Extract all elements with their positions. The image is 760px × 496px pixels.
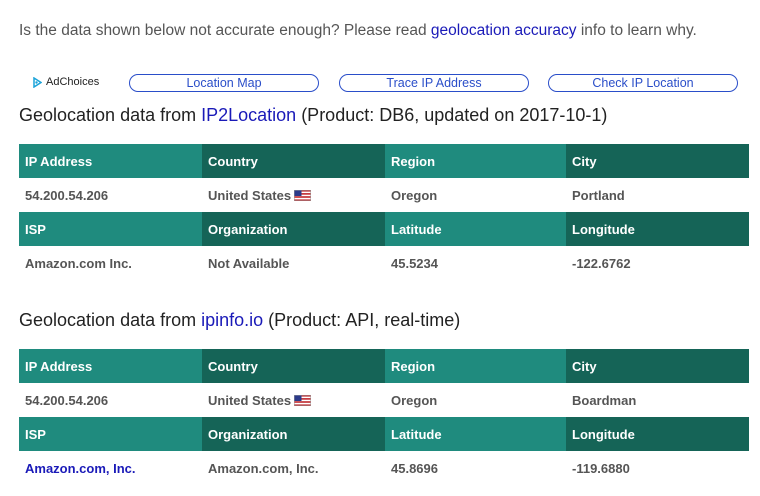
table-header-row: ISP Organization Latitude Longitude: [19, 417, 749, 451]
value-region: Oregon: [385, 178, 566, 212]
section-title-prefix: Geolocation data from: [19, 310, 202, 330]
header-ip-address: IP Address: [19, 349, 202, 383]
value-city: Portland: [566, 178, 749, 212]
section-title-ipinfo: Geolocation data from ipinfo.io (Product…: [19, 310, 460, 331]
value-ip-address: 54.200.54.206: [19, 383, 202, 417]
value-organization: Not Available: [202, 246, 385, 280]
country-name: United States: [208, 392, 292, 408]
notice-text-after: info to learn why.: [576, 22, 697, 39]
adchoices-icon: [33, 76, 42, 88]
adchoices-label: AdChoices: [46, 76, 100, 88]
header-organization: Organization: [202, 417, 385, 451]
header-country: Country: [202, 349, 385, 383]
value-region: Oregon: [385, 383, 566, 417]
notice-text-before: Is the data shown below not accurate eno…: [19, 22, 431, 39]
header-city: City: [566, 144, 749, 178]
header-country: Country: [202, 144, 385, 178]
location-map-button[interactable]: Location Map: [129, 74, 319, 92]
isp-link[interactable]: Amazon.com, Inc.: [25, 461, 136, 476]
value-isp: Amazon.com, Inc.: [19, 451, 202, 485]
header-latitude: Latitude: [385, 212, 566, 246]
accuracy-notice: Is the data shown below not accurate eno…: [19, 22, 697, 40]
table-row: Amazon.com Inc. Not Available 45.5234 -1…: [19, 246, 749, 280]
geolocation-table-ipinfo: IP Address Country Region City 54.200.54…: [19, 349, 749, 485]
value-latitude: 45.5234: [385, 246, 566, 280]
table-row: 54.200.54.206 United States Oregon Portl…: [19, 178, 749, 212]
section-title-ip2location: Geolocation data from IP2Location (Produ…: [19, 105, 607, 126]
value-country: United States: [202, 383, 385, 417]
table-header-row: ISP Organization Latitude Longitude: [19, 212, 749, 246]
value-longitude: -122.6762: [566, 246, 749, 280]
value-latitude: 45.8696: [385, 451, 566, 485]
value-organization: Amazon.com, Inc.: [202, 451, 385, 485]
check-ip-location-button[interactable]: Check IP Location: [548, 74, 738, 92]
header-isp: ISP: [19, 417, 202, 451]
header-isp: ISP: [19, 212, 202, 246]
geolocation-accuracy-link[interactable]: geolocation accuracy: [431, 22, 577, 39]
table-row: 54.200.54.206 United States Oregon Board…: [19, 383, 749, 417]
header-latitude: Latitude: [385, 417, 566, 451]
header-organization: Organization: [202, 212, 385, 246]
value-ip-address: 54.200.54.206: [19, 178, 202, 212]
value-longitude: -119.6880: [566, 451, 749, 485]
table-header-row: IP Address Country Region City: [19, 144, 749, 178]
us-flag-icon: [294, 189, 312, 201]
trace-ip-address-button[interactable]: Trace IP Address: [339, 74, 529, 92]
section-title-suffix: (Product: API, real-time): [263, 310, 461, 330]
table-header-row: IP Address Country Region City: [19, 349, 749, 383]
header-region: Region: [385, 349, 566, 383]
header-ip-address: IP Address: [19, 144, 202, 178]
table-row: Amazon.com, Inc. Amazon.com, Inc. 45.869…: [19, 451, 749, 485]
header-city: City: [566, 349, 749, 383]
header-longitude: Longitude: [566, 212, 749, 246]
us-flag-icon: [294, 394, 312, 406]
header-longitude: Longitude: [566, 417, 749, 451]
ip2location-link[interactable]: IP2Location: [201, 105, 296, 125]
section-title-prefix: Geolocation data from: [19, 105, 202, 125]
value-city: Boardman: [566, 383, 749, 417]
header-region: Region: [385, 144, 566, 178]
section-title-suffix: (Product: DB6, updated on 2017-10-1): [296, 105, 608, 125]
adchoices-badge[interactable]: AdChoices: [33, 76, 99, 88]
ipinfo-link[interactable]: ipinfo.io: [201, 310, 263, 330]
value-country: United States: [202, 178, 385, 212]
value-isp: Amazon.com Inc.: [19, 246, 202, 280]
country-name: United States: [208, 187, 292, 203]
geolocation-table-ip2location: IP Address Country Region City 54.200.54…: [19, 144, 749, 280]
